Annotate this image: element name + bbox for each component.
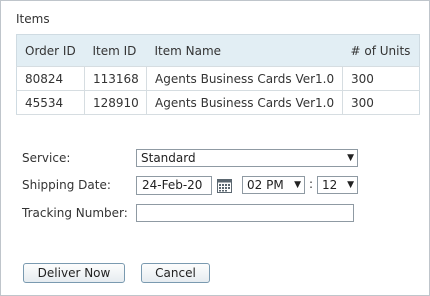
minute-select[interactable]: 12 ▼ bbox=[317, 176, 358, 194]
cancel-button[interactable]: Cancel bbox=[141, 263, 210, 283]
shipping-date-label: Shipping Date: bbox=[22, 178, 111, 192]
time-separator: : bbox=[309, 177, 314, 191]
cell-units: 300 bbox=[342, 90, 420, 115]
hour-select-value: 02 PM bbox=[247, 178, 284, 192]
cell-order-id: 80824 bbox=[16, 66, 85, 91]
service-label: Service: bbox=[22, 151, 71, 165]
calendar-icon[interactable] bbox=[217, 178, 232, 193]
tracking-number-input[interactable] bbox=[136, 204, 354, 222]
deliver-now-button[interactable]: Deliver Now bbox=[23, 263, 125, 283]
chevron-down-icon: ▼ bbox=[347, 180, 354, 190]
section-title-items: Items bbox=[16, 12, 50, 26]
cell-item-id: 128910 bbox=[84, 90, 147, 115]
column-header-item-name[interactable]: Item Name bbox=[146, 34, 343, 67]
shipping-date-input[interactable]: 24-Feb-20 bbox=[136, 176, 212, 195]
deliver-items-panel: Items Order ID Item ID Item Name # of Un… bbox=[0, 0, 430, 296]
hour-select[interactable]: 02 PM ▼ bbox=[242, 176, 305, 194]
table-row[interactable]: 45534 128910 Agents Business Cards Ver1.… bbox=[16, 90, 420, 115]
minute-select-value: 12 bbox=[322, 178, 338, 192]
cell-item-id: 113168 bbox=[84, 66, 147, 91]
chevron-down-icon: ▼ bbox=[294, 180, 301, 190]
cell-item-name: Agents Business Cards Ver1.0 bbox=[146, 90, 343, 115]
column-header-units[interactable]: # of Units bbox=[342, 34, 420, 67]
cell-units: 300 bbox=[342, 66, 420, 91]
service-select-value: Standard bbox=[141, 151, 196, 165]
column-header-order-id[interactable]: Order ID bbox=[16, 34, 85, 67]
table-header-row: Order ID Item ID Item Name # of Units bbox=[16, 34, 420, 67]
column-header-item-id[interactable]: Item ID bbox=[84, 34, 147, 67]
chevron-down-icon: ▼ bbox=[347, 153, 354, 163]
cell-order-id: 45534 bbox=[16, 90, 85, 115]
items-table: Order ID Item ID Item Name # of Units 80… bbox=[16, 34, 420, 115]
cell-item-name: Agents Business Cards Ver1.0 bbox=[146, 66, 343, 91]
table-row[interactable]: 80824 113168 Agents Business Cards Ver1.… bbox=[16, 66, 420, 91]
tracking-number-label: Tracking Number: bbox=[22, 206, 128, 220]
service-select[interactable]: Standard ▼ bbox=[136, 149, 358, 167]
